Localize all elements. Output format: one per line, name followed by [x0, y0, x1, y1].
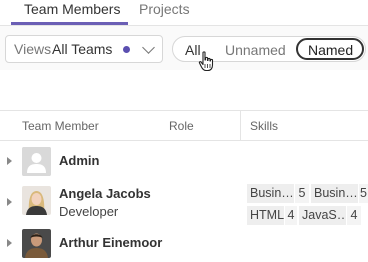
- avatar: [22, 186, 51, 215]
- view-indicator-dot: [123, 46, 130, 53]
- expand-row-icon[interactable]: [7, 239, 12, 247]
- expand-row-icon[interactable]: [7, 157, 12, 165]
- skill-level: 4: [347, 206, 361, 225]
- filter-unnamed-option[interactable]: Unnamed: [225, 42, 286, 58]
- column-header-team-member[interactable]: Team Member: [22, 119, 99, 133]
- column-header-skills[interactable]: Skills: [250, 119, 278, 133]
- column-divider: [240, 111, 241, 141]
- filter-named-option[interactable]: Named: [296, 38, 364, 60]
- skill-level: 5: [295, 184, 309, 203]
- filter-named-label: Named: [308, 42, 354, 58]
- member-name: Arthur Einemoor: [59, 235, 163, 250]
- member-name: Angela Jacobs: [59, 186, 151, 201]
- tab-bar: Team Members Projects: [0, 0, 368, 26]
- skills-cell: Busin… 5 Busin… 5 HTML 4 JavaS… 4: [247, 184, 368, 230]
- user-photo: [22, 229, 51, 258]
- avatar: [22, 147, 51, 176]
- table-header: Team Member Role Skills: [0, 110, 368, 141]
- tab-team-members[interactable]: Team Members: [24, 1, 120, 17]
- skill-tag: Busin…: [247, 184, 294, 203]
- hand-cursor-icon: [198, 51, 214, 72]
- skill-tag: Busin…: [311, 184, 358, 203]
- column-header-role[interactable]: Role: [169, 119, 194, 133]
- views-dropdown[interactable]: Views All Teams: [5, 35, 163, 63]
- default-user-icon: [22, 147, 51, 176]
- skill-level: 5: [359, 184, 368, 203]
- skill-tag: HTML: [247, 206, 284, 225]
- expand-row-icon[interactable]: [7, 198, 12, 206]
- tab-projects[interactable]: Projects: [139, 1, 190, 17]
- chevron-down-icon: [142, 41, 155, 54]
- views-label: Views: [14, 41, 52, 57]
- user-photo: [22, 186, 51, 215]
- views-value: All Teams: [52, 41, 113, 57]
- skill-level: 4: [285, 206, 297, 225]
- avatar: [22, 229, 51, 258]
- skill-tag: JavaS…: [299, 206, 346, 225]
- member-role: Developer: [59, 204, 119, 219]
- member-name: Admin: [59, 153, 100, 168]
